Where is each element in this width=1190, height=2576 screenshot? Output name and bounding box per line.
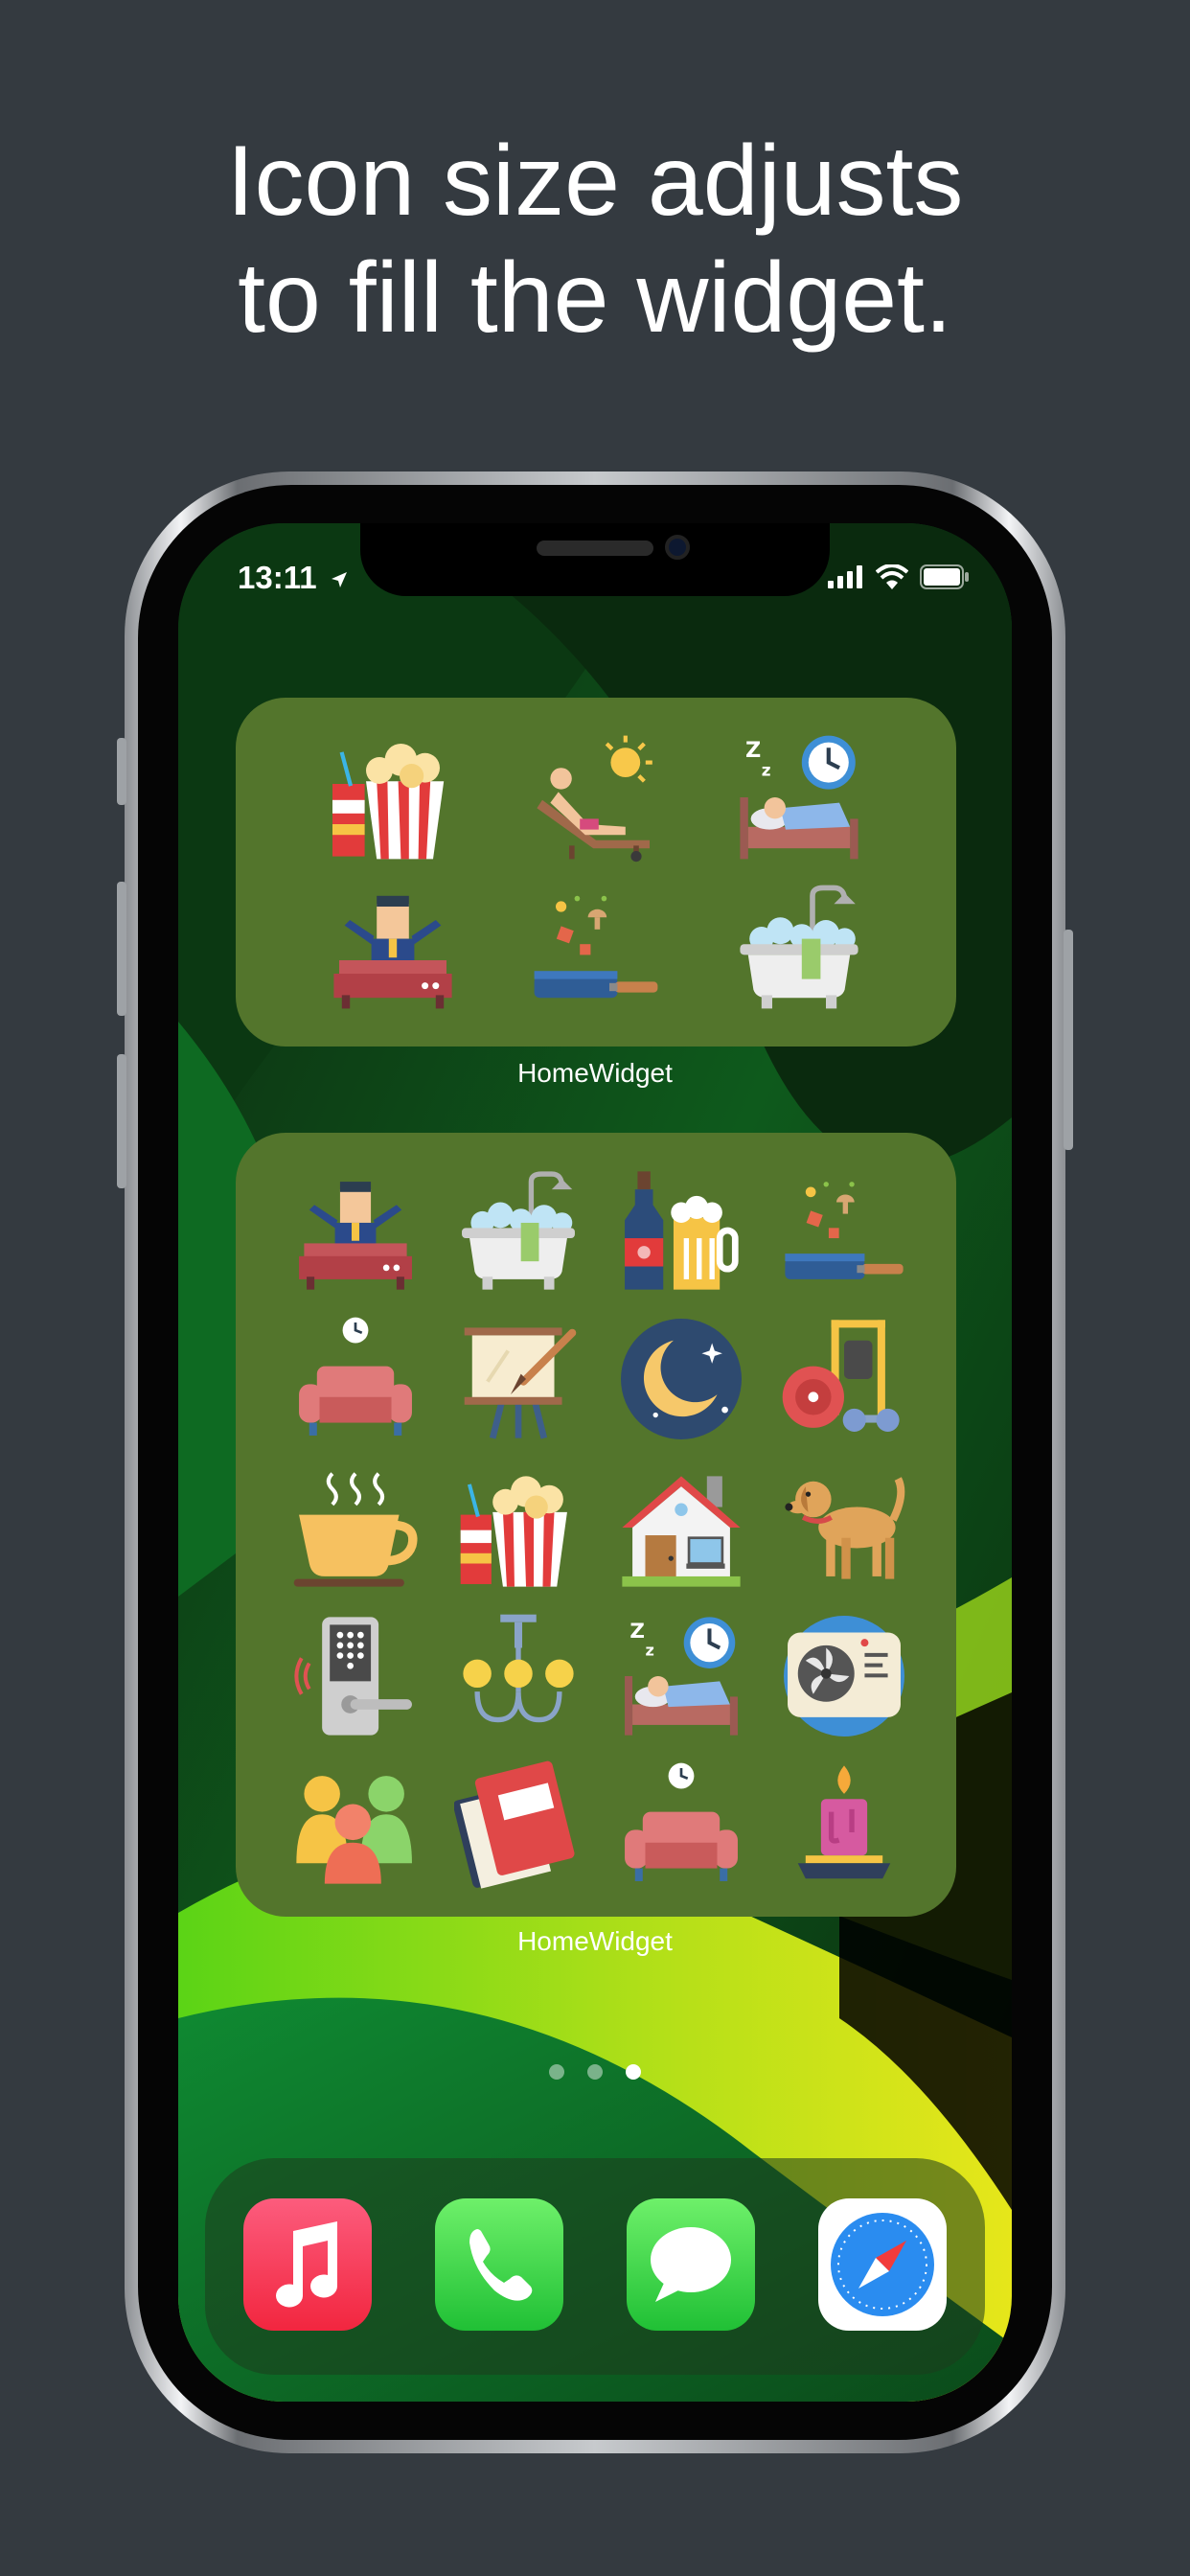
wake-up-bed-icon[interactable] [291, 872, 494, 1022]
sunbathing-icon[interactable] [494, 723, 698, 872]
front-camera [665, 535, 690, 560]
dock [205, 2158, 985, 2375]
status-time: 13:11 [238, 560, 349, 596]
smart-lock-icon[interactable] [274, 1602, 437, 1751]
movie-popcorn-icon[interactable] [291, 723, 494, 872]
cooking-pan-icon[interactable] [494, 872, 698, 1022]
sofa-timer-icon[interactable] [600, 1751, 763, 1899]
books-icon[interactable] [437, 1751, 600, 1899]
bathtub-icon[interactable] [698, 872, 901, 1022]
messages-app-icon[interactable] [627, 2198, 755, 2331]
wake-up-bed-icon[interactable] [274, 1156, 437, 1304]
house-icon[interactable] [600, 1453, 763, 1601]
location-arrow-icon [331, 572, 347, 588]
night-moon-icon[interactable] [600, 1304, 763, 1453]
mute-switch [117, 738, 126, 805]
headline-line-2: to fill the widget. [238, 242, 952, 354]
battery-icon [920, 564, 969, 589]
sofa-timer-icon[interactable] [274, 1304, 437, 1453]
coffee-cup-icon[interactable] [274, 1453, 437, 1601]
cellular-signal-icon [828, 565, 862, 588]
phone-app-icon[interactable] [435, 2198, 563, 2331]
family-icon[interactable] [274, 1751, 437, 1899]
chandelier-icon[interactable] [437, 1602, 600, 1751]
gym-weights-icon[interactable] [763, 1304, 926, 1453]
widget-small-grid [291, 723, 901, 1022]
widget-small-label: HomeWidget [517, 1058, 673, 1088]
movie-popcorn-icon[interactable] [437, 1453, 600, 1601]
notch [360, 523, 830, 596]
home-widget-small[interactable] [236, 698, 956, 1046]
phone-screen: 13:11 HomeWidget HomeWidget [178, 523, 1012, 2402]
music-app-icon[interactable] [243, 2198, 372, 2331]
page-dot-1[interactable] [549, 2064, 564, 2080]
wine-beer-icon[interactable] [600, 1156, 763, 1304]
volume-down-button [117, 1054, 126, 1188]
widget-large-grid [274, 1156, 926, 1899]
dog-icon[interactable] [763, 1453, 926, 1601]
painting-easel-icon[interactable] [437, 1304, 600, 1453]
widget-large-label: HomeWidget [517, 1926, 673, 1956]
cooking-pan-icon[interactable] [763, 1156, 926, 1304]
candle-icon[interactable] [763, 1751, 926, 1899]
home-widget-large[interactable] [236, 1133, 956, 1917]
status-time-text: 13:11 [238, 560, 317, 595]
page-dot-3[interactable] [626, 2064, 641, 2080]
page-dot-2[interactable] [587, 2064, 603, 2080]
headline: Icon size adjusts to fill the widget. [0, 123, 1190, 356]
page-indicator[interactable] [178, 2064, 1012, 2080]
bathtub-icon[interactable] [437, 1156, 600, 1304]
sleep-bed-icon[interactable] [600, 1602, 763, 1751]
speaker-grille [537, 540, 653, 556]
wifi-icon [876, 564, 908, 589]
safari-app-icon[interactable] [818, 2198, 947, 2331]
sleep-bed-icon[interactable] [698, 723, 901, 872]
status-icons [828, 560, 970, 594]
air-conditioner-fan-icon[interactable] [763, 1602, 926, 1751]
headline-line-1: Icon size adjusts [226, 126, 964, 237]
power-button [1064, 930, 1073, 1150]
volume-up-button [117, 882, 126, 1016]
